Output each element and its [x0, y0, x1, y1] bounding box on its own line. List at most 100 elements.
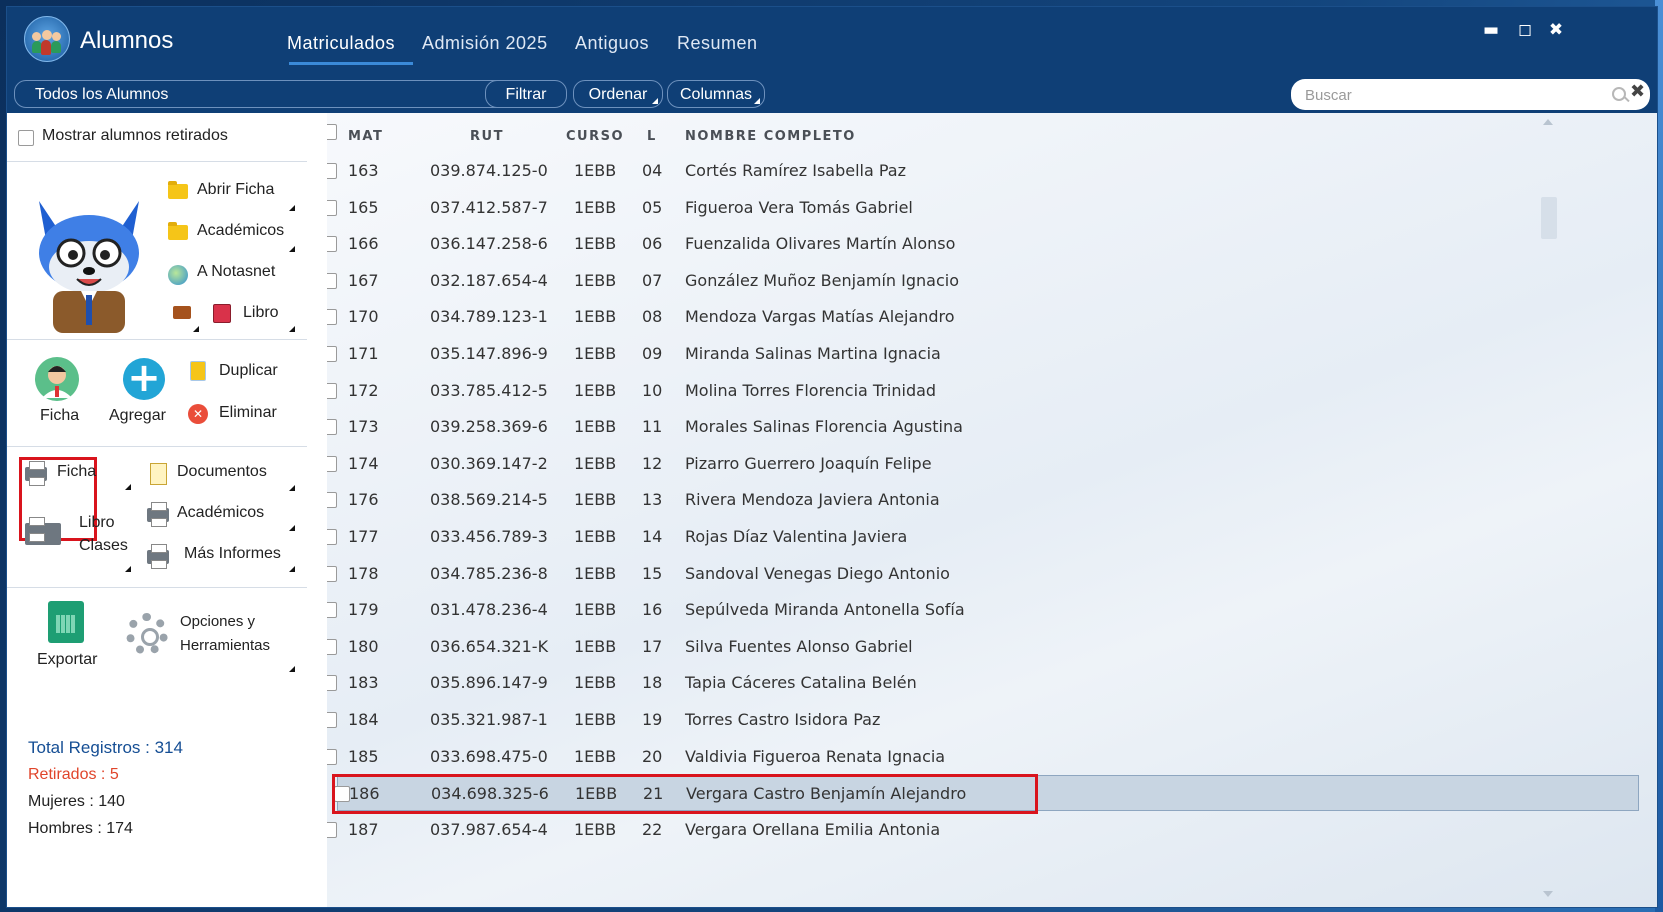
- delete-link[interactable]: Eliminar: [219, 404, 277, 422]
- row-checkbox[interactable]: [327, 236, 337, 253]
- filter-button-label: Filtrar: [505, 86, 547, 103]
- maximize-button[interactable]: ◻: [1516, 21, 1534, 39]
- row-checkbox[interactable]: [327, 309, 337, 326]
- dropdown-corner-icon[interactable]: [289, 326, 295, 332]
- wallet-icon[interactable]: [173, 306, 191, 319]
- table-row[interactable]: 171 035.147.896-9 1EBB 09 Miranda Salinas Ma…: [327, 336, 1637, 372]
- show-retired-checkbox[interactable]: [18, 130, 34, 146]
- row-checkbox[interactable]: [327, 529, 337, 545]
- more-reports-link[interactable]: Más Informes: [184, 545, 281, 563]
- table-row[interactable]: 167 032.187.654-4 1EBB 07 González Muñoz Ben…: [327, 263, 1637, 299]
- tab-resumen[interactable]: Resumen: [677, 33, 758, 54]
- table-row[interactable]: 184 035.321.987-1 1EBB 19 Torres Castro Isid…: [327, 702, 1637, 738]
- row-checkbox[interactable]: [327, 272, 337, 289]
- filter-button[interactable]: Filtrar: [485, 80, 567, 108]
- row-checkbox[interactable]: [327, 821, 337, 838]
- tab-admision-2025[interactable]: Admisión 2025: [422, 33, 548, 54]
- class-book-label-2[interactable]: Clases: [79, 537, 128, 555]
- table-row[interactable]: 179 031.478.236-4 1EBB 16 Sepúlveda Miranda …: [327, 592, 1637, 628]
- table-row[interactable]: 174 030.369.147-2 1EBB 12 Pizarro Guerrero J…: [327, 446, 1637, 482]
- row-checkbox[interactable]: [327, 602, 337, 619]
- sort-button[interactable]: Ordenar: [573, 80, 663, 108]
- student-list: MAT RUT CURSO L NOMBRE COMPLETO 163 039.8…: [327, 113, 1657, 907]
- dropdown-corner-icon[interactable]: [289, 485, 295, 491]
- table-row-selected[interactable]: 186 034.698.325-6 1EBB 21 Vergara Castro Ben…: [332, 774, 1639, 815]
- dropdown-corner-icon[interactable]: [289, 205, 295, 211]
- minimize-button[interactable]: ▬: [1482, 21, 1500, 39]
- row-checkbox[interactable]: [327, 638, 337, 655]
- tab-antiguos[interactable]: Antiguos: [575, 33, 649, 54]
- export-button[interactable]: Exportar: [33, 601, 103, 671]
- row-checkbox[interactable]: [327, 675, 337, 692]
- table-row[interactable]: 165 037.412.587-7 1EBB 05 Figueroa Vera Tomá…: [327, 190, 1637, 226]
- dropdown-corner-icon[interactable]: [125, 484, 131, 490]
- row-checkbox[interactable]: [327, 199, 337, 216]
- row-checkbox[interactable]: [327, 748, 337, 765]
- cell-curso: 1EBB: [574, 197, 617, 217]
- dropdown-corner-icon[interactable]: [125, 566, 131, 572]
- search-input[interactable]: [1303, 83, 1597, 107]
- row-checkbox[interactable]: [327, 492, 337, 509]
- scroll-up-icon[interactable]: [1543, 119, 1553, 125]
- print-academics-link[interactable]: Académicos: [177, 504, 264, 522]
- column-header-curso[interactable]: CURSO: [566, 129, 624, 144]
- clear-search-icon[interactable]: ✖: [1630, 81, 1645, 102]
- row-checkbox[interactable]: [327, 163, 337, 179]
- cell-l: 07: [642, 270, 663, 290]
- options-label-2[interactable]: Herramientas: [180, 637, 270, 654]
- dropdown-corner-icon[interactable]: [289, 666, 295, 672]
- tab-matriculados[interactable]: Matriculados: [287, 33, 395, 54]
- academics-link[interactable]: Académicos: [197, 222, 284, 240]
- column-header-rut[interactable]: RUT: [470, 129, 504, 144]
- table-row[interactable]: 180 036.654.321-K 1EBB 17 Silva Fuentes Alon…: [327, 629, 1637, 665]
- add-button[interactable]: + Agregar: [107, 352, 179, 432]
- columns-button[interactable]: Columnas: [667, 80, 765, 108]
- table-row[interactable]: 183 035.896.147-9 1EBB 18 Tapia Cáceres Cata…: [327, 665, 1637, 701]
- table-row[interactable]: 163 039.874.125-0 1EBB 04 Cortés Ramírez Isa…: [327, 153, 1637, 189]
- cell-nombre: Sandoval Venegas Diego Antonio: [685, 563, 950, 583]
- table-row[interactable]: 166 036.147.258-6 1EBB 06 Fuenzalida Olivare…: [327, 226, 1637, 262]
- documents-link[interactable]: Documentos: [177, 463, 267, 481]
- options-label-1[interactable]: Opciones y: [180, 613, 255, 630]
- table-row[interactable]: 177 033.456.789-3 1EBB 14 Rojas Díaz Valenti…: [327, 519, 1637, 555]
- row-checkbox[interactable]: [327, 565, 337, 582]
- column-header-l[interactable]: L: [647, 129, 657, 144]
- book-link[interactable]: Libro: [243, 304, 279, 322]
- table-row[interactable]: 170 034.789.123-1 1EBB 08 Mendoza Vargas Mat…: [327, 299, 1637, 335]
- table-row[interactable]: 173 039.258.369-6 1EBB 11 Morales Salinas Fl…: [327, 409, 1637, 445]
- table-row[interactable]: 187 037.987.654-4 1EBB 22 Vergara Orellana E…: [327, 812, 1637, 848]
- search-icon[interactable]: [1612, 87, 1626, 101]
- dropdown-corner-icon[interactable]: [289, 566, 295, 572]
- dropdown-corner-icon[interactable]: [289, 246, 295, 252]
- row-checkbox[interactable]: [327, 419, 337, 436]
- ficha-button[interactable]: Ficha: [21, 352, 93, 432]
- row-checkbox[interactable]: [327, 455, 337, 472]
- table-row[interactable]: 176 038.569.214-5 1EBB 13 Rivera Mendoza Jav…: [327, 482, 1637, 518]
- row-checkbox[interactable]: [327, 382, 337, 399]
- dropdown-corner-icon[interactable]: [289, 525, 295, 531]
- column-header-mat[interactable]: MAT: [348, 129, 383, 144]
- row-checkbox[interactable]: [327, 346, 337, 362]
- dropdown-corner-icon[interactable]: [193, 326, 199, 332]
- cell-nombre: Rivera Mendoza Javiera Antonia: [685, 490, 940, 510]
- dropdown-corner-icon: [652, 98, 658, 104]
- column-header-nombre[interactable]: NOMBRE COMPLETO: [685, 129, 856, 144]
- row-checkbox[interactable]: [327, 712, 337, 728]
- table-row[interactable]: 178 034.785.236-8 1EBB 15 Sandoval Venegas D…: [327, 556, 1637, 592]
- close-button[interactable]: ✖: [1547, 21, 1565, 39]
- open-file-link[interactable]: Abrir Ficha: [197, 181, 274, 199]
- gear-icon[interactable]: [126, 613, 168, 655]
- print-ficha-link[interactable]: Ficha: [57, 463, 96, 481]
- duplicate-link[interactable]: Duplicar: [219, 362, 278, 380]
- scroll-down-icon[interactable]: [1543, 891, 1553, 897]
- table-row[interactable]: 172 033.785.412-5 1EBB 10 Molina Torres Flor…: [327, 373, 1637, 409]
- select-all-checkbox[interactable]: [327, 124, 337, 140]
- cell-mat: 166: [348, 234, 379, 254]
- student-filter-select[interactable]: Todos los Alumnos: [14, 80, 508, 108]
- scrollbar-thumb[interactable]: [1541, 197, 1557, 239]
- class-book-label-1[interactable]: Libro: [79, 514, 115, 532]
- cell-curso: 1EBB: [574, 417, 617, 437]
- cell-l: 05: [642, 197, 663, 217]
- table-row[interactable]: 185 033.698.475-0 1EBB 20 Valdivia Figueroa …: [327, 739, 1637, 775]
- notasnet-link[interactable]: A Notasnet: [197, 263, 275, 281]
